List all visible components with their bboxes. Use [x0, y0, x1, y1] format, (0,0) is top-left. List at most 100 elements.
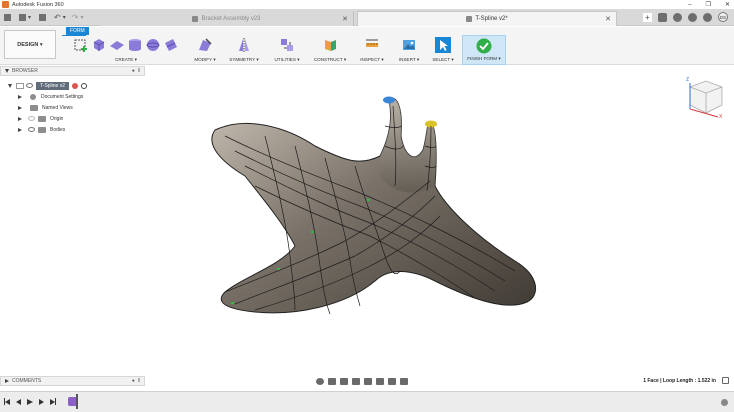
step-forward-icon[interactable] — [39, 398, 44, 405]
pin-icon[interactable]: ● — [132, 68, 135, 74]
utilities-group[interactable]: UTILITIES ▾ — [270, 35, 304, 65]
expand-icon[interactable] — [5, 379, 9, 383]
symmetry-icon[interactable] — [236, 37, 252, 53]
create-form-icon[interactable] — [73, 37, 89, 53]
undo-icon[interactable]: ↶ — [54, 13, 61, 22]
insert-image-icon[interactable] — [401, 37, 417, 53]
redo-icon[interactable]: ↷ — [72, 13, 79, 22]
browser-item-origin[interactable]: Origin — [18, 114, 63, 123]
pin-icon[interactable]: ● — [132, 378, 135, 384]
zoom-window-icon[interactable] — [364, 378, 372, 385]
record-icon[interactable] — [72, 82, 79, 89]
camera-icon[interactable] — [328, 378, 336, 385]
viewcube[interactable]: Z X — [682, 73, 726, 119]
plane-icon[interactable] — [109, 37, 125, 53]
quick-access-toolbar: ▾ ↶ ▾ ↷ ▾ — [4, 12, 83, 23]
go-to-start-icon[interactable] — [4, 398, 10, 405]
browser-item-named-views[interactable]: Named Views — [18, 103, 73, 112]
chevron-down-icon[interactable]: ▾ — [63, 14, 66, 21]
notifications-icon[interactable] — [688, 12, 697, 22]
box-icon[interactable] — [91, 37, 107, 53]
insert-label[interactable]: INSERT ▾ — [394, 57, 424, 63]
status-options-icon[interactable] — [722, 377, 729, 384]
chevron-down-icon[interactable]: ▾ — [80, 14, 83, 21]
file-menu-icon[interactable] — [19, 14, 26, 21]
minimize-icon[interactable]: – — [688, 2, 691, 8]
sphere-icon[interactable] — [145, 37, 161, 53]
browser-root-node[interactable]: T-Spline v2 — [8, 81, 88, 90]
edit-form-icon[interactable] — [197, 37, 213, 53]
checkmark-icon[interactable] — [476, 38, 492, 54]
utilities-icon[interactable] — [279, 37, 295, 53]
workspace-switcher-button[interactable]: DESIGN ▾ — [4, 30, 56, 59]
maximize-icon[interactable]: ❐ — [706, 1, 711, 8]
new-tab-icon[interactable]: + — [643, 12, 652, 22]
expand-icon[interactable] — [8, 83, 12, 88]
expand-icon[interactable] — [18, 127, 22, 132]
help-icon[interactable] — [703, 12, 712, 22]
tspline-model[interactable] — [145, 66, 734, 375]
select-cursor-icon[interactable] — [435, 37, 451, 53]
orbit-icon[interactable] — [316, 378, 324, 385]
measure-icon[interactable] — [364, 37, 380, 53]
chevron-down-icon[interactable]: ▾ — [28, 14, 31, 21]
close-tab-icon[interactable]: ✕ — [605, 15, 611, 23]
collapse-panel-icon[interactable] — [5, 69, 9, 73]
symmetry-group[interactable]: SYMMETRY ▾ — [224, 35, 264, 65]
data-panel-icon[interactable] — [4, 14, 11, 21]
insert-group[interactable]: INSERT ▾ — [394, 35, 424, 65]
create-group[interactable]: CREATE ▾ — [62, 35, 190, 65]
construct-label[interactable]: CONSTRUCT ▾ — [310, 57, 350, 63]
expand-icon[interactable] — [18, 116, 22, 121]
browser-item-label: Origin — [50, 115, 64, 122]
save-icon[interactable] — [39, 14, 47, 21]
gear-icon[interactable] — [721, 399, 728, 406]
tab-bracket-assembly[interactable]: Bracket Assembly v23 ✕ — [100, 11, 354, 26]
modify-label[interactable]: MODIFY ▾ — [190, 57, 220, 63]
browser-item-bodies[interactable]: Bodies — [18, 125, 65, 134]
selected-face-blue[interactable] — [383, 96, 395, 104]
visibility-eye-icon[interactable] — [26, 83, 33, 88]
navigation-bar — [316, 377, 408, 386]
utilities-label[interactable]: UTILITIES ▾ — [270, 57, 304, 63]
modify-group[interactable]: MODIFY ▾ — [190, 35, 220, 65]
select-group[interactable]: SELECT ▾ — [428, 35, 458, 65]
go-to-end-icon[interactable] — [50, 398, 56, 405]
symmetry-label[interactable]: SYMMETRY ▾ — [224, 57, 264, 63]
visibility-eye-icon[interactable] — [28, 116, 35, 121]
target-icon[interactable] — [81, 82, 88, 89]
finish-form-group[interactable]: FINISH FORM ▾ — [462, 35, 506, 65]
construct-plane-icon[interactable] — [322, 37, 338, 53]
visibility-eye-icon[interactable] — [28, 127, 35, 132]
avatar[interactable]: DS — [718, 12, 728, 22]
close-icon[interactable]: ✕ — [725, 1, 730, 8]
inspect-group[interactable]: INSPECT ▾ — [356, 35, 388, 65]
grid-settings-icon[interactable] — [388, 378, 396, 385]
select-label[interactable]: SELECT ▾ — [428, 57, 458, 63]
construct-group[interactable]: CONSTRUCT ▾ — [310, 35, 350, 65]
job-status-icon[interactable] — [673, 12, 682, 22]
panel-menu-icon[interactable]: ‖ — [138, 378, 140, 384]
cylinder-icon[interactable] — [127, 37, 143, 53]
inspect-label[interactable]: INSPECT ▾ — [356, 57, 388, 63]
finish-form-label[interactable]: FINISH FORM ▾ — [463, 56, 505, 62]
tab-form[interactable]: FORM — [66, 27, 89, 35]
timeline-marker-handle[interactable] — [76, 394, 78, 409]
browser-item-document-settings[interactable]: Document Settings — [18, 92, 83, 101]
tab-t-spline[interactable]: T-Spline v2* ✕ — [357, 11, 617, 26]
play-icon[interactable] — [27, 398, 33, 405]
close-tab-icon[interactable]: ✕ — [342, 15, 348, 23]
step-back-icon[interactable] — [16, 398, 21, 405]
zoom-icon[interactable] — [352, 378, 360, 385]
torus-icon[interactable] — [163, 37, 179, 53]
create-label[interactable]: CREATE ▾ — [62, 57, 190, 63]
display-settings-icon[interactable] — [376, 378, 384, 385]
comments-panel-header[interactable]: COMMENTS ● ‖ — [0, 376, 145, 386]
expand-icon[interactable] — [18, 105, 22, 110]
viewports-icon[interactable] — [400, 378, 408, 385]
pan-hand-icon[interactable] — [340, 378, 348, 385]
panel-menu-icon[interactable]: ‖ — [138, 68, 140, 74]
extensions-icon[interactable] — [658, 12, 667, 22]
canvas-viewport[interactable] — [145, 66, 734, 375]
expand-icon[interactable] — [18, 94, 22, 99]
